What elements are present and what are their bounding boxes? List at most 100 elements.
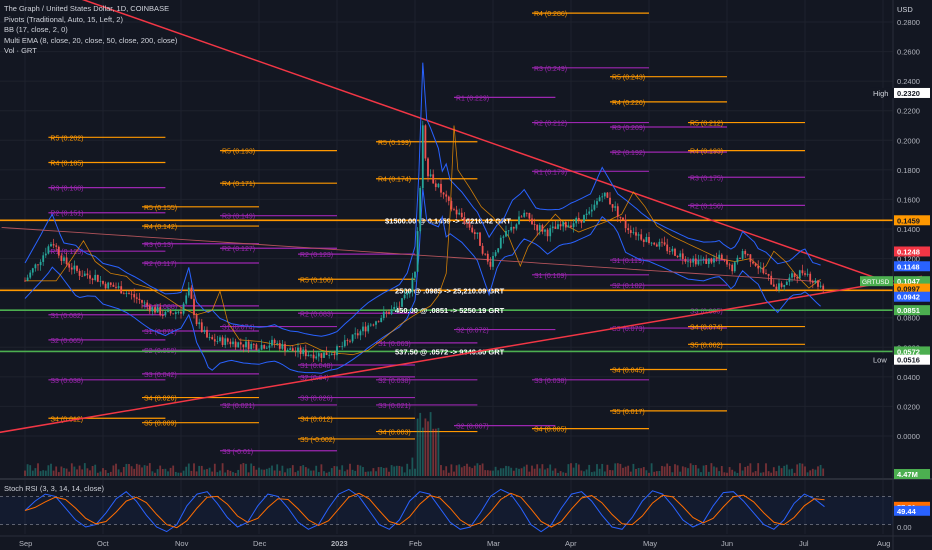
candle-body xyxy=(603,192,606,197)
candle-body xyxy=(780,283,783,287)
candle-body xyxy=(497,248,500,253)
volume-bar xyxy=(276,464,279,476)
pivot-label: R3 (0.209) xyxy=(612,125,645,132)
candle-body xyxy=(629,230,632,233)
volume-bar xyxy=(323,471,325,476)
high-low-label: High xyxy=(873,89,888,98)
pivot-label: S3 (0.038) xyxy=(50,378,83,385)
volume-bar xyxy=(395,465,398,476)
volume-bar xyxy=(302,465,305,476)
volume-bar xyxy=(78,465,81,476)
pivot-label: R3 (0.13) xyxy=(144,242,173,249)
volume-bar xyxy=(320,464,323,476)
candle-body xyxy=(143,302,146,304)
volume-bar xyxy=(343,471,346,476)
candle-body xyxy=(505,230,507,237)
candle-body xyxy=(325,352,328,356)
candle-body xyxy=(632,232,635,234)
volume-bar xyxy=(515,467,518,476)
pivot-label: S4 (0.005) xyxy=(534,427,567,434)
volume-bar xyxy=(375,471,377,476)
candle-body xyxy=(658,241,661,247)
volume-bar xyxy=(775,471,778,476)
volume-bar xyxy=(681,466,684,476)
candle-body xyxy=(601,196,604,198)
candle-body xyxy=(718,254,721,259)
volume-bar xyxy=(24,470,26,476)
candle-body xyxy=(679,253,682,257)
x-tick-label: Nov xyxy=(175,539,189,548)
volume-bar xyxy=(70,463,73,476)
pivot-label: S3 (-0.01) xyxy=(222,449,253,456)
volume-bar xyxy=(109,471,112,476)
candle-body xyxy=(549,228,552,237)
candle-body xyxy=(151,307,154,312)
candle-body xyxy=(479,232,481,246)
volume-bar xyxy=(614,463,617,476)
y-tick-label: 0.0400 xyxy=(897,373,920,382)
volume-bar xyxy=(91,466,94,476)
candle-body xyxy=(398,306,401,308)
candle-body xyxy=(96,274,99,282)
candle-body xyxy=(39,261,42,266)
pivot-label: S3 (0.026) xyxy=(300,396,333,403)
volume-bar xyxy=(733,471,736,476)
volume-bar xyxy=(180,472,182,476)
rsi-d-tag: 49.44 xyxy=(897,507,917,516)
volume-bar xyxy=(141,467,143,476)
volume-bar xyxy=(341,465,344,476)
candle-body xyxy=(653,242,656,245)
volume-bar xyxy=(359,465,362,476)
candle-body xyxy=(154,307,156,313)
candle-body xyxy=(380,318,383,323)
volume-bar xyxy=(299,466,302,476)
candle-body xyxy=(349,340,351,342)
x-tick-label: Jul xyxy=(799,539,809,548)
candle-body xyxy=(619,216,622,218)
candle-body xyxy=(588,211,591,214)
volume-bar xyxy=(674,464,676,476)
volume-bar xyxy=(440,465,442,476)
volume-bar xyxy=(497,470,500,476)
volume-bar xyxy=(76,469,78,476)
volume-bar xyxy=(185,466,188,476)
candle-body xyxy=(375,321,377,325)
candle-body xyxy=(684,258,687,262)
pivot-label: R3 (0.168) xyxy=(50,186,83,193)
pivot-label: S5 (0.009) xyxy=(144,421,177,428)
candle-body xyxy=(421,125,424,189)
candle-body xyxy=(752,261,754,264)
volume-bar xyxy=(346,469,349,476)
price-tag-label: 0.0942 xyxy=(897,293,920,302)
candle-body xyxy=(804,273,806,275)
rsi-band xyxy=(0,496,893,525)
volume-bar xyxy=(541,464,544,476)
candle-body xyxy=(385,311,388,313)
pivot-label: R4 (0.171) xyxy=(222,181,255,188)
candle-body xyxy=(570,225,572,228)
candle-body xyxy=(502,236,505,238)
candle-body xyxy=(112,284,115,287)
candle-body xyxy=(211,337,214,340)
candle-body xyxy=(562,221,565,227)
volume-bar xyxy=(713,466,715,476)
y-tick-label: 0.2800 xyxy=(897,18,920,27)
candle-body xyxy=(507,230,510,232)
candle-body xyxy=(304,349,307,357)
pivot-label: S2 (0.072) xyxy=(456,328,489,335)
candle-body xyxy=(255,344,258,350)
candle-body xyxy=(252,343,255,345)
candle-body xyxy=(715,258,718,260)
candle-body xyxy=(663,242,666,245)
volume-bar xyxy=(549,464,552,476)
order-label: $1500.00 @ 0.1459 -> 10216.42 GRT xyxy=(385,216,511,225)
volume-bar xyxy=(484,470,487,476)
candle-body xyxy=(24,280,26,282)
volume-bar xyxy=(551,470,554,476)
candle-body xyxy=(159,306,162,316)
candle-body xyxy=(156,306,159,313)
volume-bar xyxy=(767,471,770,476)
price-chart[interactable]: R4 (0.286) R3 (0.249) R5 (0.243) R4 (0.226)… xyxy=(0,0,932,550)
volume-bar xyxy=(585,469,588,476)
volume-bar xyxy=(255,469,258,476)
